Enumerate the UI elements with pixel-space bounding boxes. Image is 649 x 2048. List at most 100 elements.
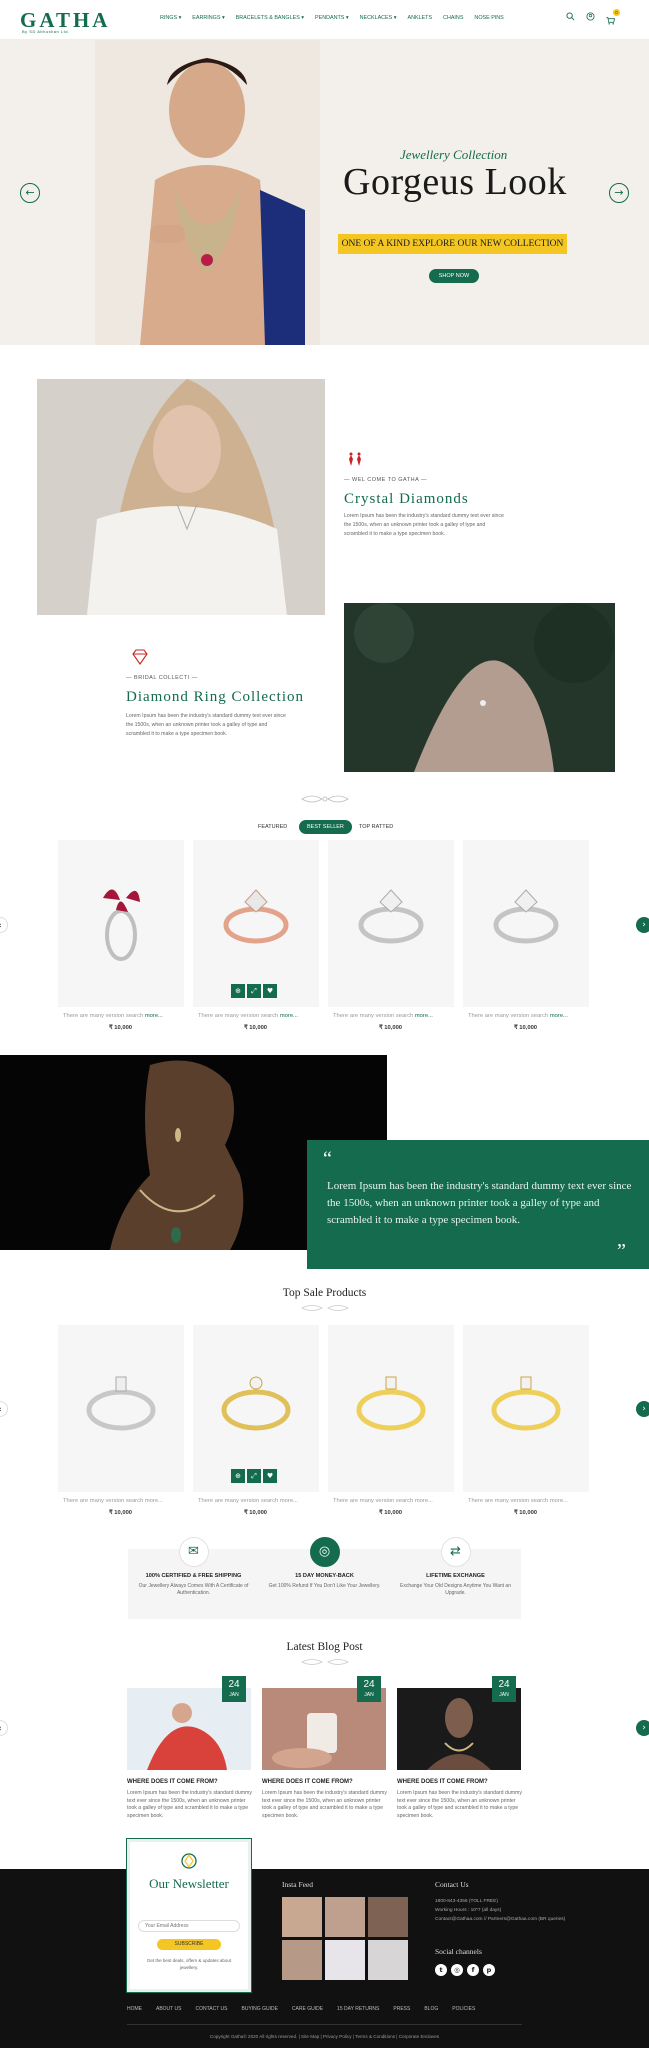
- ornament-divider: [301, 1305, 349, 1311]
- insta-thumbnail[interactable]: [282, 1940, 322, 1980]
- newsletter-email-input[interactable]: [138, 1920, 240, 1932]
- testimonial-box: “ Lorem Ipsum has been the industry's st…: [307, 1140, 649, 1269]
- insta-thumbnail[interactable]: [325, 1940, 365, 1980]
- footer-link-buying-guide[interactable]: BUYING GUIDE: [242, 2006, 278, 2012]
- product-price: ₹ 10,000: [379, 1025, 403, 1031]
- gold-ring-image: [491, 1376, 561, 1431]
- top-sale-card[interactable]: [463, 1325, 589, 1492]
- product-card[interactable]: [328, 840, 454, 1007]
- instagram-icon[interactable]: ◎: [451, 1964, 463, 1976]
- feature-certified: ✉ 100% CERTIFIED & FREE SHIPPING Our Jew…: [128, 1537, 259, 1597]
- social-title: Social channels: [435, 1947, 482, 1956]
- blog-post-excerpt: Lorem Ipsum has been the industry's stan…: [262, 1790, 387, 1819]
- footer-link-blog[interactable]: BLOG: [424, 2006, 438, 2012]
- newsletter-logo-icon: [181, 1853, 197, 1869]
- footer-link-home[interactable]: HOME: [127, 2006, 142, 2012]
- blog-prev-arrow[interactable]: ‹: [0, 1720, 8, 1736]
- more-link[interactable]: more...: [280, 1013, 298, 1019]
- more-link[interactable]: more...: [415, 1013, 433, 1019]
- insta-thumbnail[interactable]: [368, 1897, 408, 1937]
- nav-item-nose-pins[interactable]: NOSE PINS: [474, 15, 503, 21]
- footer-link-care-guide[interactable]: CARE GUIDE: [292, 2006, 323, 2012]
- more-link[interactable]: more...: [145, 1013, 163, 1019]
- pinterest-icon[interactable]: p: [483, 1964, 495, 1976]
- blog-post-title[interactable]: WHERE DOES IT COME FROM?: [397, 1779, 488, 1785]
- product-description: There are many version search more...: [198, 1498, 298, 1504]
- cart-count-badge: 0: [613, 9, 620, 16]
- cart-button[interactable]: 0: [606, 9, 620, 30]
- nav-item-necklaces[interactable]: NECKLACES ▾: [360, 15, 397, 21]
- tab-featured[interactable]: FEATURED: [258, 820, 287, 834]
- feature-money-back: ◎ 15 DAY MONEY-BACK Get 100% Refund If Y…: [259, 1537, 390, 1590]
- nav-item-rings[interactable]: RINGS ▾: [160, 15, 181, 21]
- subscribe-button[interactable]: SUBSCRIBE: [157, 1939, 221, 1950]
- facebook-icon[interactable]: f: [467, 1964, 479, 1976]
- product-card[interactable]: [463, 840, 589, 1007]
- footer-link-policies[interactable]: POLICIES: [452, 2006, 475, 2012]
- twitter-icon[interactable]: t: [435, 1964, 447, 1976]
- nav-item-bracelets[interactable]: BRACELETS & BANGLES ▾: [236, 15, 304, 21]
- product-description: There are many version search more...: [63, 1013, 163, 1019]
- feature-desc: Get 100% Refund If You Don't Like Your J…: [268, 1583, 381, 1589]
- wishlist-heart-icon[interactable]: ♥: [263, 984, 277, 998]
- footer-link-contact[interactable]: CONTACT US: [195, 2006, 227, 2012]
- footer-link-about[interactable]: ABOUT US: [156, 2006, 181, 2012]
- product-card[interactable]: [58, 840, 184, 1007]
- product-tabs: FEATURED BEST SELLER TOP RATTED: [0, 820, 649, 834]
- contact-email[interactable]: Contact@Gathaa.com // Partners@Gathaa.co…: [435, 1915, 565, 1924]
- feature-title: LIFETIME EXCHANGE: [426, 1573, 485, 1579]
- insta-thumbnail[interactable]: [325, 1897, 365, 1937]
- feature-title: 15 DAY MONEY-BACK: [295, 1573, 354, 1579]
- blog-date-badge: 24 JAN: [222, 1676, 246, 1702]
- top-sale-card[interactable]: [328, 1325, 454, 1492]
- diamond-icon: [132, 649, 148, 665]
- expand-icon[interactable]: ⤢: [247, 1469, 261, 1483]
- search-icon[interactable]: [566, 12, 575, 21]
- silver-ring-image: [493, 889, 559, 944]
- insta-thumbnail[interactable]: [368, 1940, 408, 1980]
- diamond-ring-hand-image: [344, 603, 615, 772]
- hero-prev-arrow[interactable]: ←: [20, 183, 40, 203]
- insta-thumbnail[interactable]: [282, 1897, 322, 1937]
- about-paragraph-1: Lorem Ipsum has been the industry's stan…: [344, 513, 504, 537]
- blog-post-title[interactable]: WHERE DOES IT COME FROM?: [127, 1779, 218, 1785]
- product-description: There are many version search more...: [198, 1013, 298, 1019]
- shop-now-button[interactable]: SHOP NOW: [429, 269, 479, 283]
- nav-item-anklets[interactable]: ANKLETS: [407, 15, 432, 21]
- about-paragraph-2: Lorem Ipsum has been the industry's stan…: [126, 713, 286, 737]
- products-next-arrow[interactable]: ›: [636, 917, 649, 933]
- nav-item-pendants[interactable]: PENDANTS ▾: [315, 15, 349, 21]
- more-link[interactable]: more...: [550, 1013, 568, 1019]
- expand-icon[interactable]: ⤢: [247, 984, 261, 998]
- hero-next-arrow[interactable]: →: [609, 183, 629, 203]
- user-icon[interactable]: [586, 12, 595, 21]
- earring-icon: [349, 452, 361, 466]
- add-to-cart-icon[interactable]: ⊕: [231, 1469, 245, 1483]
- footer-link-press[interactable]: PRESS: [393, 2006, 410, 2012]
- site-header: GATHA By SD Abhushan Ltd. RINGS ▾ EARRIN…: [0, 0, 649, 40]
- nav-item-earrings[interactable]: EARRINGS ▾: [192, 15, 224, 21]
- tab-top-rated[interactable]: TOP RATTED: [359, 820, 393, 834]
- wishlist-heart-icon[interactable]: ♥: [263, 1469, 277, 1483]
- add-to-cart-icon[interactable]: ⊕: [231, 984, 245, 998]
- tab-best-seller[interactable]: BEST SELLER: [299, 820, 352, 834]
- insta-feed-title: Insta Feed: [282, 1880, 314, 1889]
- products-prev-arrow[interactable]: ‹: [0, 917, 8, 933]
- blog-next-arrow[interactable]: ›: [636, 1720, 649, 1736]
- footer-divider: [127, 2024, 522, 2025]
- top-sale-card[interactable]: [58, 1325, 184, 1492]
- top-sale-prev-arrow[interactable]: ‹: [0, 1401, 8, 1417]
- testimonial-text: Lorem Ipsum has been the industry's stan…: [327, 1180, 632, 1226]
- product-price: ₹ 10,000: [244, 1025, 268, 1031]
- top-sale-next-arrow[interactable]: ›: [636, 1401, 649, 1417]
- blog-post-title[interactable]: WHERE DOES IT COME FROM?: [262, 1779, 353, 1785]
- contact-phone[interactable]: 1800-843-4356 (TOLL FREE): [435, 1897, 498, 1906]
- top-sale-card[interactable]: ⊕ ⤢ ♥: [193, 1325, 319, 1492]
- newsletter-note: Get the best deals, offers & updates abo…: [146, 1958, 232, 1970]
- footer-link-returns[interactable]: 15 DAY RETURNS: [337, 2006, 379, 2012]
- nav-item-chains[interactable]: CHAINS: [443, 15, 463, 21]
- feature-title: 100% CERTIFIED & FREE SHIPPING: [145, 1573, 242, 1579]
- product-description: There are many version search more...: [468, 1498, 568, 1504]
- product-card[interactable]: ⊕ ⤢ ♥: [193, 840, 319, 1007]
- product-price: ₹ 10,000: [379, 1510, 403, 1516]
